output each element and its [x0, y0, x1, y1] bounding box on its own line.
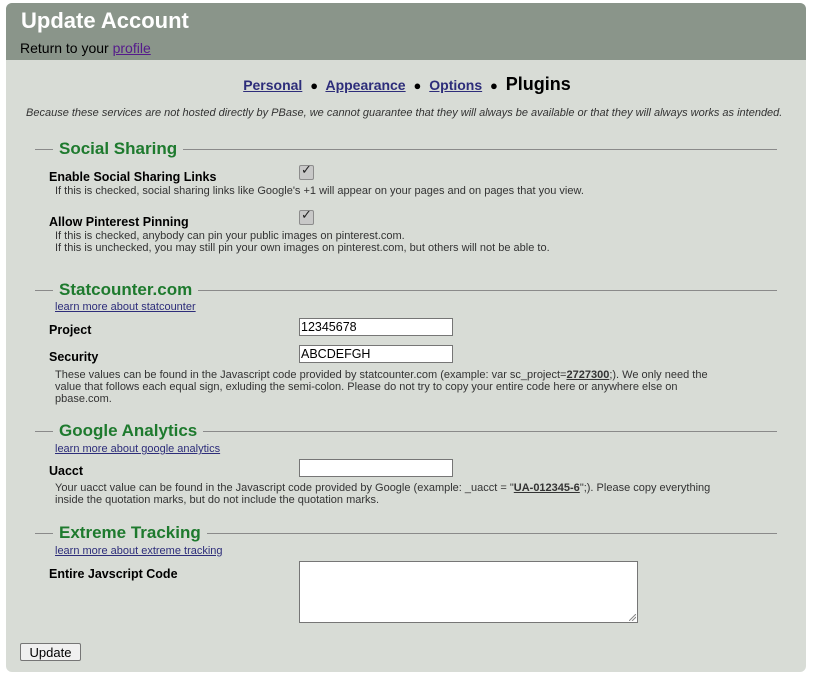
statcounter-help-line2: value that follows each equal sign, exlu…: [55, 381, 678, 393]
section-heading-social: Social Sharing: [53, 139, 184, 159]
analytics-learn-more-link[interactable]: learn more about google analytics: [55, 443, 220, 455]
uacct-label: Uacct: [49, 464, 84, 478]
return-text: Return to your: [20, 40, 113, 56]
code-label: Entire Javscript Code: [49, 567, 178, 581]
settings-tabs: Personal ● Appearance ● Options ● Plugin…: [0, 74, 814, 95]
sharing-label: Enable Social Sharing Links: [49, 170, 217, 184]
tab-separator: ●: [490, 78, 498, 93]
code-textarea[interactable]: [299, 561, 638, 623]
section-extreme-tracking: Extreme Tracking: [35, 523, 777, 543]
analytics-help-post: ";). Please copy everything: [579, 482, 711, 494]
statcounter-learn-more-link[interactable]: learn more about statcounter: [55, 301, 196, 313]
profile-link[interactable]: profile: [113, 40, 151, 56]
pinterest-help-2: If this is unchecked, you may still pin …: [55, 242, 550, 254]
pinterest-help-1: If this is checked, anybody can pin your…: [55, 230, 405, 242]
security-label: Security: [49, 350, 99, 364]
section-heading-extreme: Extreme Tracking: [53, 523, 207, 543]
sharing-checkbox[interactable]: [299, 163, 314, 180]
return-line: Return to your profile: [20, 40, 151, 56]
statcounter-help-pre: These values can be found in the Javascr…: [55, 369, 567, 381]
tab-options[interactable]: Options: [429, 77, 482, 93]
statcounter-help-example: 2727300: [566, 369, 610, 381]
extreme-learn-more-link[interactable]: learn more about extreme tracking: [55, 545, 223, 557]
resize-grip-icon[interactable]: [629, 614, 636, 621]
tab-separator: ●: [413, 78, 422, 93]
analytics-help-pre: Your uacct value can be found in the Jav…: [55, 482, 514, 494]
pinterest-checkbox[interactable]: [299, 208, 314, 225]
tab-separator: ●: [310, 78, 319, 93]
security-input[interactable]: [299, 345, 453, 363]
analytics-help-example: UA-012345-6: [513, 482, 580, 494]
project-input[interactable]: [299, 318, 453, 336]
section-statcounter: Statcounter.com: [35, 280, 777, 300]
sharing-help: If this is checked, social sharing links…: [55, 185, 584, 197]
project-label: Project: [49, 323, 92, 337]
analytics-help: Your uacct value can be found in the Jav…: [55, 482, 775, 506]
update-button[interactable]: Update: [20, 643, 81, 661]
pinterest-label: Allow Pinterest Pinning: [49, 215, 189, 229]
tab-plugins-current: Plugins: [505, 74, 571, 94]
section-heading-statcounter: Statcounter.com: [53, 280, 199, 300]
statcounter-help-line3: pbase.com.: [55, 393, 112, 405]
analytics-help-line2: inside the quotation marks, but do not i…: [55, 494, 380, 506]
tab-personal[interactable]: Personal: [243, 77, 302, 93]
section-social-sharing: Social Sharing: [35, 139, 777, 159]
page-title: Update Account: [21, 8, 189, 33]
section-google-analytics: Google Analytics: [35, 421, 777, 441]
section-heading-analytics: Google Analytics: [53, 421, 204, 441]
disclaimer-text: Because these services are not hosted di…: [26, 107, 783, 119]
statcounter-help-post: ;). We only need the: [609, 369, 708, 381]
uacct-input[interactable]: [299, 459, 453, 477]
tab-appearance[interactable]: Appearance: [325, 77, 405, 93]
statcounter-help: These values can be found in the Javascr…: [55, 369, 775, 405]
